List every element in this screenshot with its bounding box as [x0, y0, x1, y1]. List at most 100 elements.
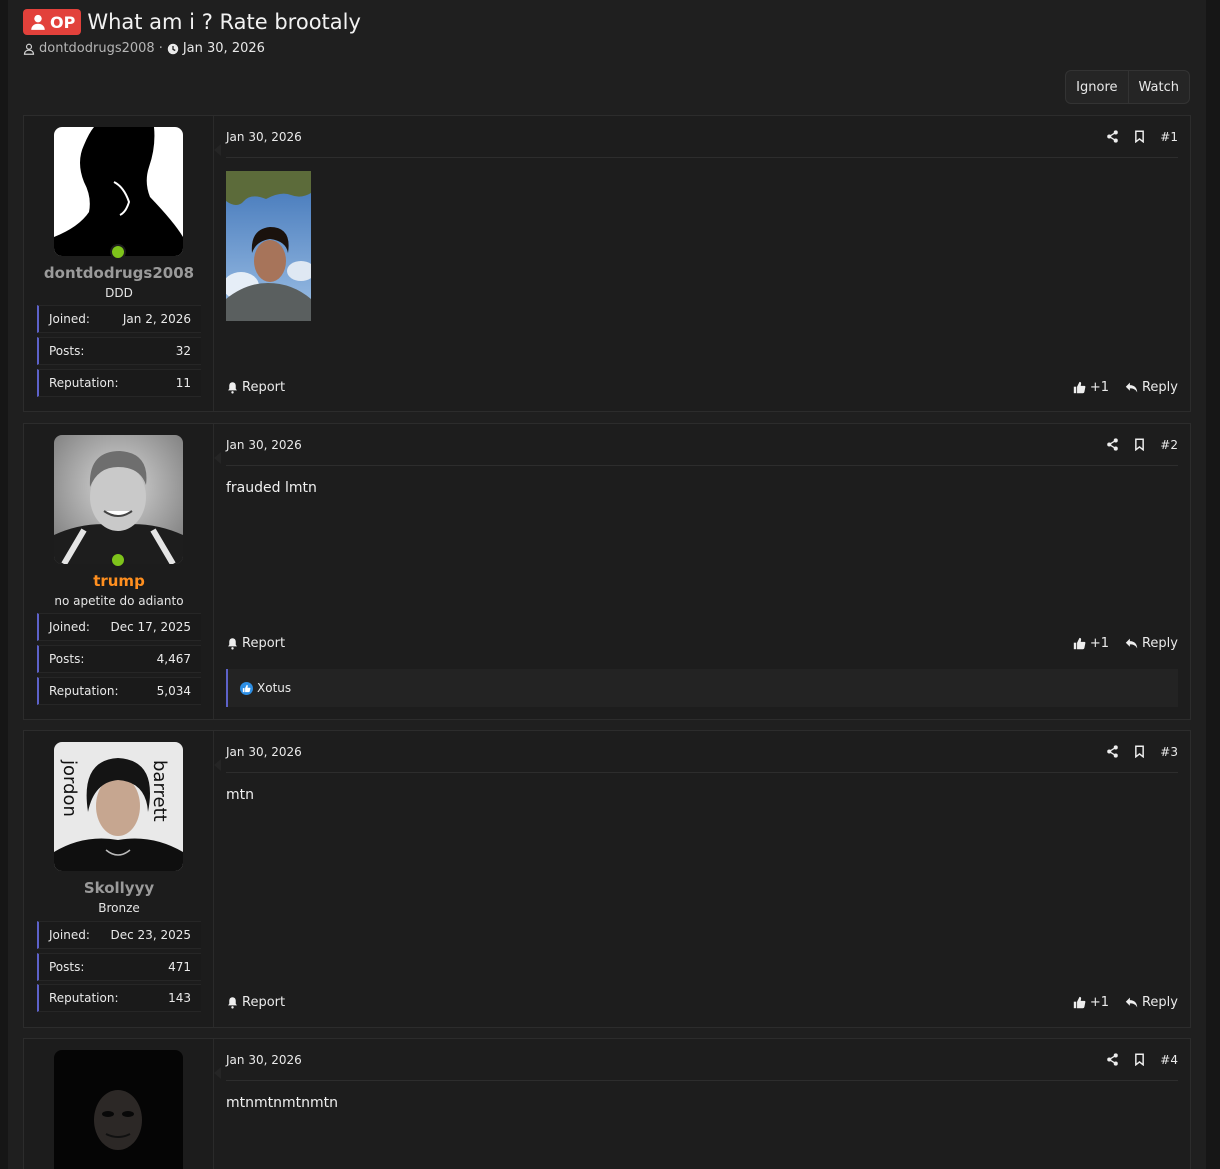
avatar[interactable]	[54, 127, 183, 256]
message-tools: #4	[1106, 1053, 1178, 1067]
message-footer: Report +1 Reply	[226, 378, 1178, 396]
like-button[interactable]: +1	[1073, 380, 1109, 395]
share-icon[interactable]	[1106, 438, 1119, 451]
reaction-user-link[interactable]: Xotus	[257, 681, 291, 695]
reply-label: Reply	[1141, 994, 1178, 1010]
report-label: Report	[242, 635, 286, 651]
report-link[interactable]: Report	[226, 380, 285, 395]
page-title: What am i ? Rate brootaly	[87, 10, 361, 34]
post-number-link[interactable]: #1	[1160, 130, 1178, 144]
user-icon	[31, 14, 45, 30]
like-button[interactable]: +1	[1073, 636, 1109, 651]
post-number-link[interactable]: #3	[1160, 745, 1178, 759]
share-icon[interactable]	[1106, 130, 1119, 143]
username-link[interactable]: dontdodrugs2008	[24, 264, 214, 282]
stat-value: 143	[168, 991, 191, 1005]
report-label: Report	[242, 994, 286, 1010]
bookmark-icon[interactable]	[1133, 745, 1146, 758]
ignore-button[interactable]: Ignore	[1066, 71, 1127, 103]
avatar[interactable]: jordon barrett	[54, 742, 183, 871]
message-body: mtn	[226, 787, 254, 803]
post: trump no apetite do adianto Joined: Dec 1…	[23, 423, 1191, 720]
online-status-dot	[110, 552, 126, 568]
bookmark-icon[interactable]	[1133, 438, 1146, 451]
report-link[interactable]: Report	[226, 995, 285, 1010]
stat-value: 32	[175, 344, 191, 358]
footer-actions: +1 Reply	[1073, 995, 1178, 1010]
meta-separator: ·	[158, 41, 163, 56]
user-title: DDD	[105, 286, 133, 300]
bell-icon	[228, 381, 237, 394]
stat-posts: Posts: 32	[37, 337, 201, 365]
like-reaction-icon	[240, 681, 253, 695]
page: OP What am i ? Rate brootaly dontdodrugs…	[8, 0, 1206, 1169]
message: Jan 30, 2026 #3 mtn Report +1 Reply	[226, 731, 1178, 1027]
user-title: no apetite do adianto	[54, 594, 184, 608]
message-footer: Report +1 Reply	[226, 993, 1178, 1011]
stat-label: Posts:	[49, 652, 85, 666]
footer-actions: +1 Reply	[1073, 636, 1178, 651]
reply-button[interactable]: Reply	[1125, 636, 1178, 651]
username-link[interactable]: Skollyyy	[24, 879, 214, 897]
stat-reputation: Reputation: 5,034	[37, 677, 201, 705]
report-link[interactable]: Report	[226, 636, 285, 651]
watch-button[interactable]: Watch	[1127, 71, 1189, 103]
username-link[interactable]: trump	[24, 572, 214, 590]
share-icon[interactable]	[1106, 1053, 1119, 1066]
attached-image[interactable]	[226, 171, 311, 321]
silhouette-avatar-image	[54, 127, 183, 256]
post-number-link[interactable]: #2	[1160, 438, 1178, 452]
user-icon	[23, 43, 35, 55]
reply-label: Reply	[1141, 379, 1178, 395]
thread-date[interactable]: Jan 30, 2026	[183, 41, 265, 56]
stat-value: Jan 2, 2026	[122, 312, 191, 326]
masked-face-avatar-image	[54, 1050, 183, 1169]
thread-actions: Ignore Watch	[1065, 70, 1190, 104]
user-cell	[24, 1039, 214, 1169]
stat-joined: Joined: Jan 2, 2026	[37, 305, 201, 333]
bookmark-icon[interactable]	[1133, 1053, 1146, 1066]
speech-arrow	[214, 759, 221, 771]
footer-actions: +1 Reply	[1073, 380, 1178, 395]
op-badge: OP	[23, 9, 82, 35]
avatar[interactable]	[54, 435, 183, 564]
post-date[interactable]: Jan 30, 2026	[226, 745, 302, 759]
like-button[interactable]: +1	[1073, 995, 1109, 1010]
stat-label: Joined:	[49, 620, 90, 634]
post-date[interactable]: Jan 30, 2026	[226, 130, 302, 144]
reply-button[interactable]: Reply	[1125, 995, 1178, 1010]
message-tools: #3	[1106, 745, 1178, 759]
user-cell: dontdodrugs2008 DDD Joined: Jan 2, 2026 P…	[24, 116, 214, 411]
reactions-bar[interactable]: Xotus	[226, 669, 1178, 707]
post-date[interactable]: Jan 30, 2026	[226, 438, 302, 452]
reply-label: Reply	[1141, 635, 1178, 651]
like-count: +1	[1089, 994, 1109, 1010]
thumbs-up-icon	[1073, 637, 1086, 649]
avatar-text-right: barrett	[149, 760, 170, 822]
message: Jan 30, 2026 #4 mtnmtnmtnmtn	[226, 1039, 1178, 1169]
avatar[interactable]	[54, 1050, 183, 1169]
post-date[interactable]: Jan 30, 2026	[226, 1053, 302, 1067]
stat-joined: Joined: Dec 23, 2025	[37, 921, 201, 949]
online-status-dot	[110, 244, 126, 260]
reply-icon	[1125, 997, 1138, 1007]
thread-author-link[interactable]: dontdodrugs2008	[39, 41, 155, 56]
stat-value: 5,034	[156, 684, 191, 698]
stat-label: Reputation:	[49, 376, 119, 390]
message-header: Jan 30, 2026 #2	[226, 436, 1178, 466]
op-badge-label: OP	[50, 12, 76, 32]
stat-label: Posts:	[49, 344, 85, 358]
stat-reputation: Reputation: 11	[37, 369, 201, 397]
stat-posts: Posts: 4,467	[37, 645, 201, 673]
selfie-photo	[226, 171, 311, 321]
reply-button[interactable]: Reply	[1125, 380, 1178, 395]
stat-reputation: Reputation: 143	[37, 984, 201, 1012]
stat-label: Joined:	[49, 312, 90, 326]
bookmark-icon[interactable]	[1133, 130, 1146, 143]
post-number-link[interactable]: #4	[1160, 1053, 1178, 1067]
message: Jan 30, 2026 #2 frauded lmtn Report +1 R…	[226, 424, 1178, 719]
like-count: +1	[1089, 635, 1109, 651]
share-icon[interactable]	[1106, 745, 1119, 758]
portrait-avatar-image: jordon barrett	[54, 742, 183, 871]
message-tools: #2	[1106, 438, 1178, 452]
